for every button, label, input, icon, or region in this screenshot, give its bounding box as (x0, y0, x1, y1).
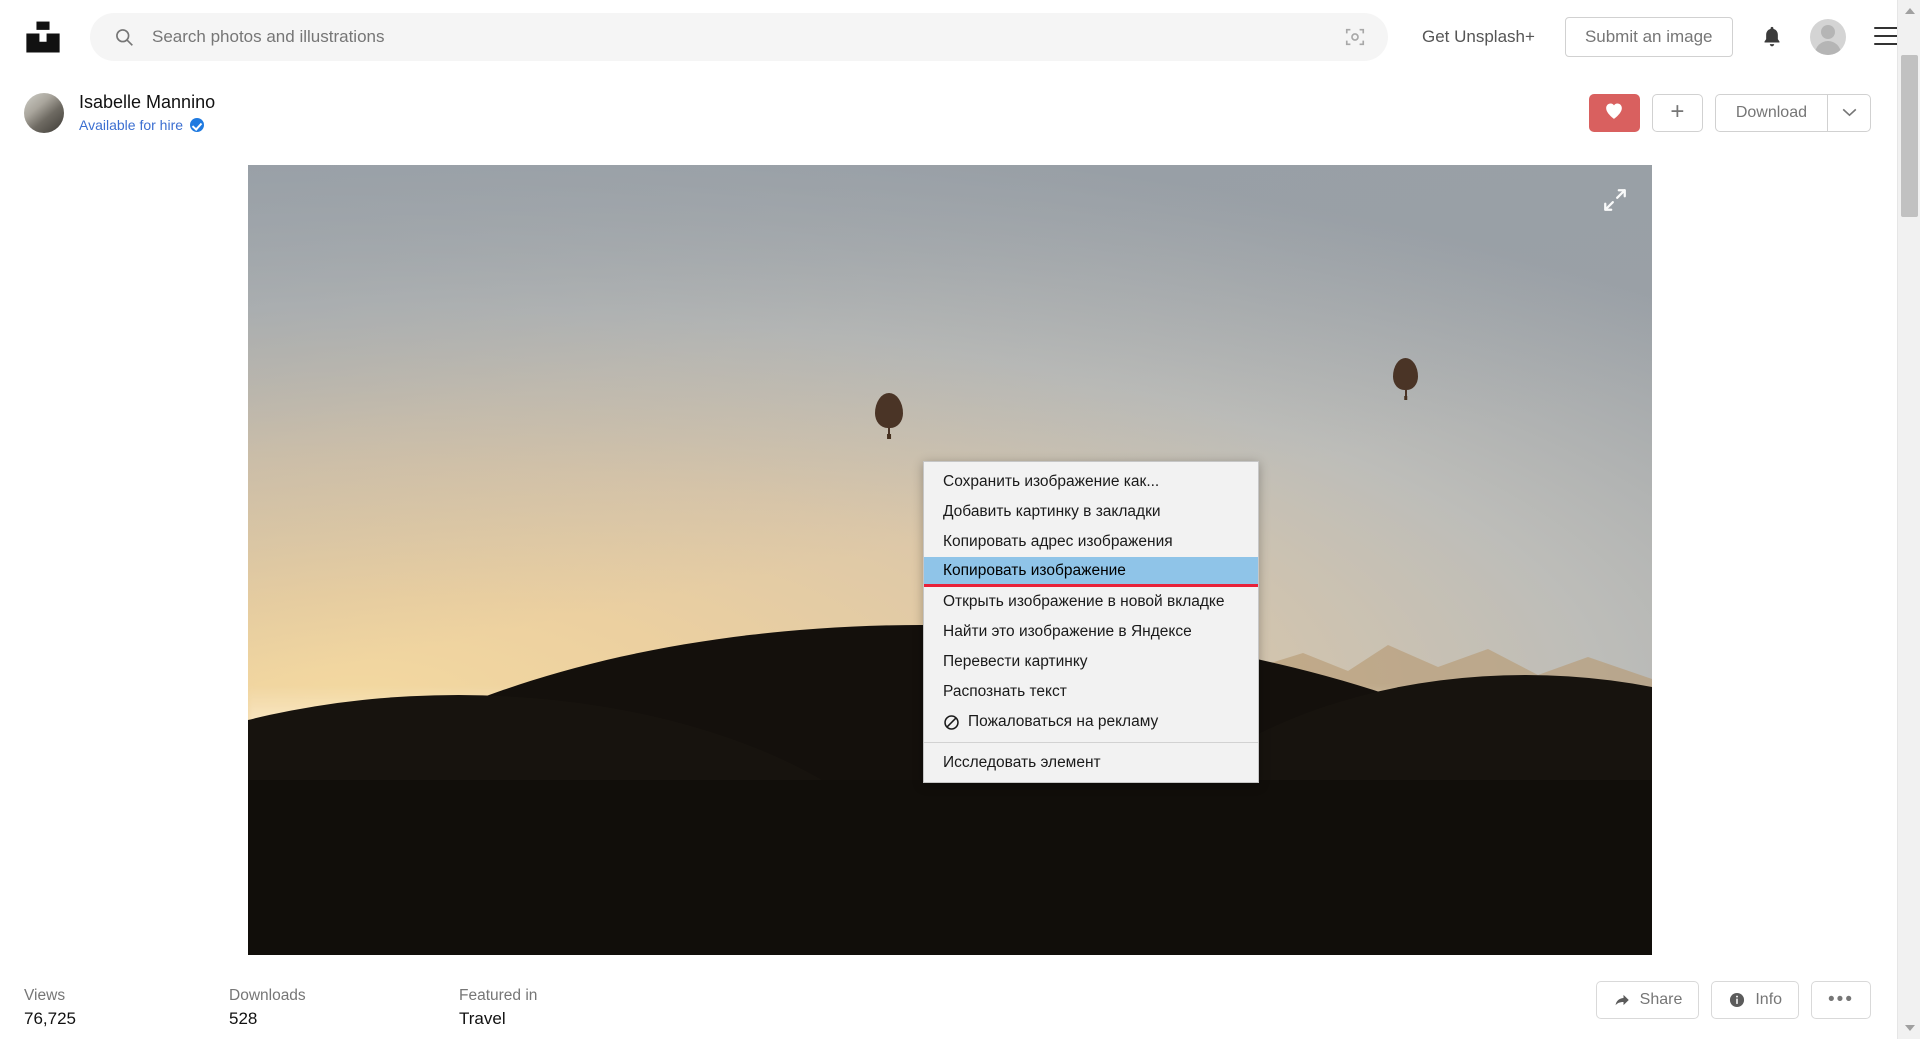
expand-arrows-icon[interactable] (1602, 187, 1628, 213)
context-menu-item-translate-image[interactable]: Перевести картинку (924, 647, 1258, 677)
avatar-head (1820, 24, 1835, 39)
share-arrow-icon (1613, 991, 1631, 1009)
user-avatar[interactable] (1809, 18, 1846, 55)
available-for-hire[interactable]: Available for hire (79, 117, 215, 134)
context-menu-separator (924, 742, 1258, 743)
download-button[interactable]: Download (1714, 94, 1827, 132)
photo-secondary-actions: Share Info ••• (1595, 981, 1871, 1019)
context-menu-label: Сохранить изображение как... (943, 473, 1160, 490)
info-circle-icon (1728, 991, 1746, 1009)
balloon-basket (1403, 395, 1408, 400)
stat-views: Views 76,725 (24, 985, 229, 1032)
verified-badge-icon (190, 118, 205, 133)
submit-an-image-button[interactable]: Submit an image (1564, 16, 1733, 57)
featured-in-label: Featured in (459, 987, 538, 1004)
stat-featured-in: Featured in Travel (459, 985, 719, 1032)
balloon-envelope (1393, 358, 1418, 390)
chevron-down-icon (1842, 104, 1857, 122)
hamburger-line (1873, 42, 1900, 45)
downloads-value: 528 (229, 1009, 258, 1029)
hot-air-balloon-right (1393, 358, 1418, 400)
context-menu-label: Открыть изображение в новой вкладке (943, 593, 1225, 610)
downloads-label: Downloads (229, 987, 306, 1004)
search-bar[interactable] (90, 12, 1388, 61)
hot-air-balloon-center (875, 393, 903, 439)
bell-icon[interactable] (1759, 24, 1785, 50)
info-button[interactable]: Info (1711, 981, 1800, 1019)
like-button[interactable] (1588, 94, 1640, 132)
site-header: Get Unsplash+ Submit an image (0, 0, 1900, 73)
context-menu-item-recognize-text[interactable]: Распознать текст (924, 677, 1258, 707)
add-to-collection-button[interactable]: + (1651, 94, 1703, 132)
share-button[interactable]: Share (1595, 981, 1700, 1019)
stat-downloads: Downloads 528 (229, 985, 459, 1032)
scrollbar-thumb[interactable] (1901, 55, 1918, 217)
context-menu-item-inspect-element[interactable]: Исследовать элемент (924, 748, 1258, 778)
available-for-hire-label: Available for hire (79, 116, 184, 133)
avatar-body (1814, 40, 1841, 55)
context-menu-item-copy-image[interactable]: Копировать изображение (924, 557, 1258, 587)
views-value: 76,725 (24, 1009, 76, 1029)
context-menu-item-search-image-yandex[interactable]: Найти это изображение в Яндексе (924, 617, 1258, 647)
photo-foreground-base (248, 780, 1652, 955)
context-menu-label: Копировать изображение (943, 561, 1126, 579)
browser-context-menu[interactable]: Сохранить изображение как... Добавить ка… (923, 461, 1259, 783)
context-menu-label: Исследовать элемент (943, 754, 1101, 771)
unsplash-photo-page: Get Unsplash+ Submit an image Isabelle M… (0, 0, 1920, 1039)
context-menu-label: Добавить картинку в закладки (943, 503, 1161, 520)
share-label: Share (1639, 991, 1683, 1008)
author-name[interactable]: Isabelle Mannino (79, 92, 215, 114)
download-options-button[interactable] (1827, 94, 1871, 132)
page-scrollbar[interactable] (1897, 0, 1920, 1039)
download-button-group: Download (1714, 94, 1871, 132)
heart-icon (1604, 101, 1624, 125)
balloon-envelope (875, 393, 903, 428)
info-label: Info (1755, 991, 1783, 1008)
hamburger-menu-icon[interactable] (1873, 26, 1900, 47)
scroll-down-arrow[interactable] (1898, 1017, 1920, 1039)
search-input[interactable] (152, 26, 1344, 47)
visual-search-icon[interactable] (1344, 26, 1366, 48)
plus-icon: + (1670, 97, 1685, 125)
balloon-basket (887, 434, 891, 439)
context-menu-item-copy-image-address[interactable]: Копировать адрес изображения (924, 527, 1258, 557)
hamburger-line (1873, 26, 1900, 29)
context-menu-label: Копировать адрес изображения (943, 533, 1173, 550)
get-unsplash-plus-link[interactable]: Get Unsplash+ (1422, 27, 1535, 47)
photo-stats-bar: Views 76,725 Downloads 528 Featured in T… (0, 981, 1897, 1039)
author-avatar[interactable] (24, 93, 64, 133)
block-ad-icon (943, 714, 960, 731)
context-menu-label: Перевести картинку (943, 653, 1088, 670)
context-menu-item-bookmark-image[interactable]: Добавить картинку в закладки (924, 497, 1258, 527)
more-options-button[interactable]: ••• (1811, 981, 1871, 1019)
context-menu-item-save-image-as[interactable]: Сохранить изображение как... (924, 467, 1258, 497)
hamburger-line (1873, 34, 1900, 37)
search-icon (114, 27, 134, 47)
featured-in-value[interactable]: Travel (459, 1007, 719, 1032)
scroll-down-triangle (1904, 1025, 1915, 1031)
author-info: Isabelle Mannino Available for hire (79, 92, 215, 133)
unsplash-logo[interactable] (24, 18, 62, 56)
context-menu-label: Найти это изображение в Яндексе (943, 623, 1192, 640)
views-label: Views (24, 987, 66, 1004)
scroll-up-triangle (1904, 8, 1915, 14)
context-menu-label: Пожаловаться на рекламу (968, 713, 1159, 730)
photo-action-buttons: + Download (1588, 94, 1871, 132)
author-bar: Isabelle Mannino Available for hire + Do… (0, 85, 1897, 141)
context-menu-item-report-ad[interactable]: Пожаловаться на рекламу (924, 707, 1258, 737)
scroll-up-arrow[interactable] (1898, 0, 1920, 22)
ellipsis-icon: ••• (1828, 989, 1854, 1010)
context-menu-label: Распознать текст (943, 683, 1067, 700)
context-menu-item-open-image-new-tab[interactable]: Открыть изображение в новой вкладке (924, 587, 1258, 617)
